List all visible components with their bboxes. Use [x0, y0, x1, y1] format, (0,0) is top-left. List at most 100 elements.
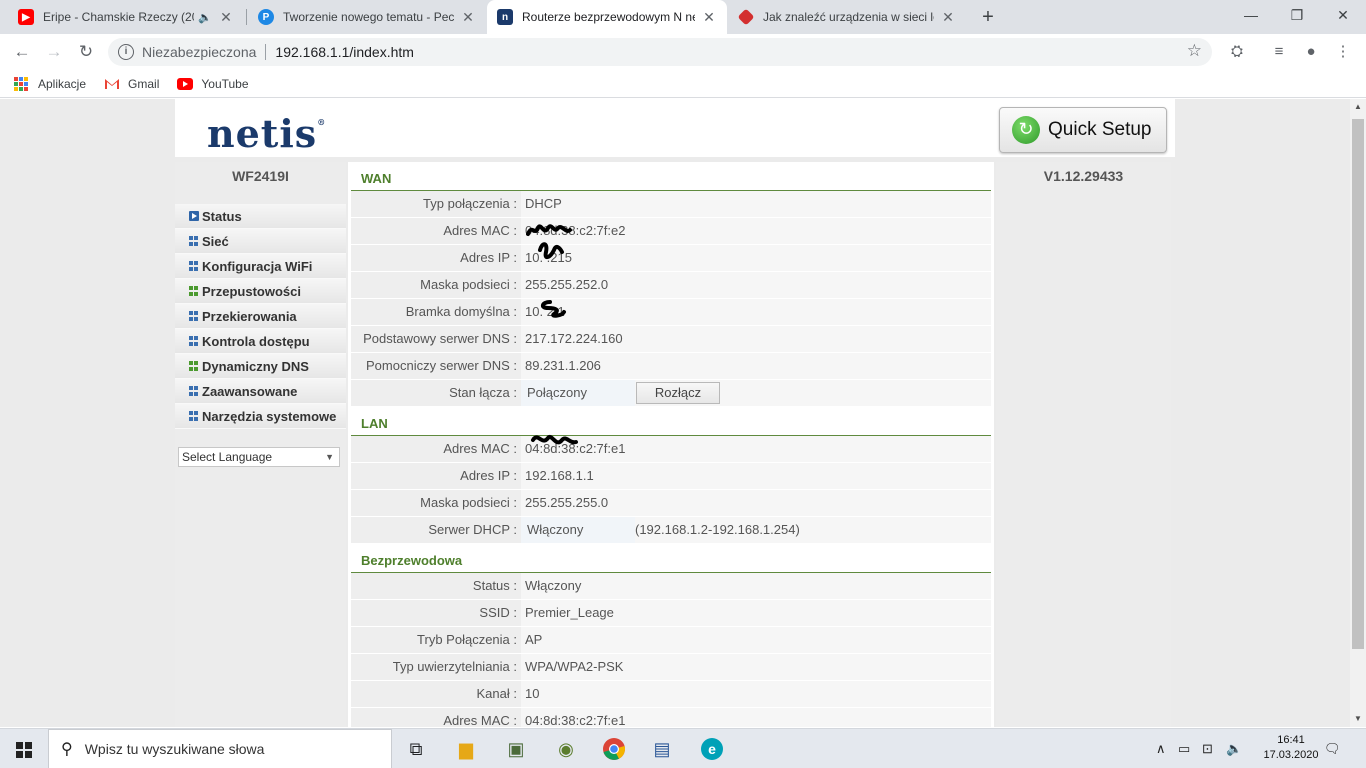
info-icon[interactable]: i	[118, 44, 134, 60]
field-value: Premier_Leage	[521, 600, 991, 626]
field-label: Adres IP :	[351, 463, 521, 489]
bookmark-label: Gmail	[128, 76, 160, 91]
table-row: Tryb Połączenia : AP	[351, 627, 991, 654]
table-row: Adres IP :192.168.1.1	[351, 463, 991, 490]
back-icon[interactable]: ←	[10, 40, 34, 64]
youtube-icon: ▶	[18, 9, 34, 25]
menu-label: Status	[202, 208, 242, 224]
tab-devices[interactable]: Jak znaleźć urządzenia w sieci lok ✕	[728, 0, 966, 34]
table-row: Adres MAC :04:8d:38:c2:7f:e2	[351, 218, 991, 245]
firmware-version: V1.12.29433	[1043, 168, 1124, 184]
page-scrollbar[interactable]: ▲ ▼	[1350, 99, 1366, 727]
table-row: Kanał :10	[351, 681, 991, 708]
close-icon[interactable]: ✕	[701, 9, 717, 26]
tab-pecetowiec[interactable]: P Tworzenie nowego tematu - Pece ✕	[248, 0, 486, 34]
field-label: Maska podsieci :	[351, 272, 521, 298]
redaction-scribble	[531, 434, 578, 445]
close-icon[interactable]: ✕	[218, 9, 234, 26]
sidebar-item-system-tools[interactable]: Narzędzia systemowe	[175, 404, 346, 429]
table-row: Typ uwierzytelniania : WPA/WPA2-PSK	[351, 654, 991, 681]
profile-icon[interactable]: ●	[1300, 41, 1322, 63]
scroll-down-icon[interactable]: ▼	[1350, 711, 1366, 727]
language-value: Select Language	[182, 450, 273, 464]
wan-section-title: WAN	[351, 162, 991, 191]
plus-icon	[189, 361, 199, 371]
table-row: Adres MAC :04:8d:38:c2:7f:e1	[351, 708, 991, 727]
clock[interactable]: 16:41 17.03.2020	[1263, 733, 1319, 763]
field-value: 04:8d:38:c2:7f:e1	[521, 708, 991, 727]
speaker-icon[interactable]: 🔈	[198, 11, 212, 24]
volume-icon[interactable]: 🔈	[1226, 741, 1242, 757]
field-value: Połączony Rozłącz	[521, 380, 991, 406]
sidebar-item-wifi[interactable]: Konfiguracja WiFi	[175, 254, 346, 279]
clock-date: 17.03.2020	[1263, 749, 1319, 761]
router-header: netis® ↻ Quick Setup	[175, 99, 1175, 157]
chevron-up-icon[interactable]: ∧	[1156, 741, 1166, 757]
bookmark-apps[interactable]: Aplikacje	[14, 76, 86, 91]
scroll-up-icon[interactable]: ▲	[1350, 99, 1366, 115]
grid-icon	[189, 386, 199, 396]
windows-icon	[16, 742, 32, 758]
media-icon[interactable]: ≡	[1268, 41, 1290, 63]
language-select[interactable]: Select Language ▼	[178, 447, 340, 467]
close-window-icon[interactable]: ✕	[1320, 0, 1366, 30]
tab-strip: ▶ Eripe - Chamskie Rzeczy (201 🔈 ✕ P Two…	[0, 0, 1366, 34]
menu-dots-icon[interactable]: ⋮	[1332, 41, 1354, 63]
new-tab-button[interactable]: +	[976, 4, 1000, 30]
sidebar-item-bandwidth[interactable]: Przepustowości	[175, 279, 346, 304]
restore-icon[interactable]: ❐	[1274, 0, 1320, 30]
close-icon[interactable]: ✕	[460, 9, 476, 26]
close-icon[interactable]: ✕	[940, 9, 956, 26]
version-panel: V1.12.29433	[996, 162, 1171, 727]
bookmark-gmail[interactable]: Gmail	[104, 77, 159, 91]
file-explorer-icon[interactable]: ▆	[452, 735, 480, 763]
table-row: SSID : Premier_Leage	[351, 600, 991, 627]
table-row: Bramka domyślna :10. 2.1	[351, 299, 991, 326]
field-label: Bramka domyślna :	[351, 299, 521, 325]
divider	[265, 44, 267, 60]
owl-app-icon[interactable]: ◉	[552, 735, 580, 763]
scanner-app-icon[interactable]: ▣	[502, 735, 530, 763]
reload-icon[interactable]: ↻	[74, 40, 98, 64]
field-label: Pomocniczy serwer DNS :	[351, 353, 521, 379]
task-view-icon[interactable]: ⧉	[402, 735, 430, 763]
eset-icon[interactable]: e	[698, 735, 726, 763]
sidebar-item-advanced[interactable]: Zaawansowane	[175, 379, 346, 404]
scroll-thumb[interactable]	[1352, 119, 1364, 649]
start-button[interactable]	[0, 729, 48, 768]
quick-setup-icon: ↻	[1012, 116, 1040, 144]
bookmark-youtube[interactable]: YouTube	[177, 76, 249, 91]
url-text[interactable]: 192.168.1.1/index.htm	[275, 44, 414, 60]
quick-setup-label: Quick Setup	[1048, 119, 1152, 140]
field-value: 04:8d:38:c2:7f:e2	[521, 218, 991, 244]
sidebar-item-access-control[interactable]: Kontrola dostępu	[175, 329, 346, 354]
status-panel: WAN Typ połączenia : DHCP Adres MAC :04:8…	[348, 162, 994, 727]
notifications-icon[interactable]: 🗨	[1324, 741, 1341, 757]
redaction-scribble	[526, 224, 572, 259]
field-value: 10	[521, 681, 991, 707]
bookmark-label: YouTube	[201, 76, 249, 91]
field-value: 89.231.1.206	[521, 353, 991, 379]
network-app-icon[interactable]: ▤	[648, 735, 676, 763]
sidebar-item-network[interactable]: Sieć	[175, 229, 346, 254]
field-label: Tryb Połączenia :	[351, 627, 521, 653]
sidebar-item-ddns[interactable]: Dynamiczny DNS	[175, 354, 346, 379]
chrome-icon[interactable]	[600, 735, 628, 763]
sidebar-item-forwarding[interactable]: Przekierowania	[175, 304, 346, 329]
battery-icon[interactable]: ▭	[1178, 741, 1190, 757]
forward-icon[interactable]: →	[42, 40, 66, 64]
extension-icon[interactable]: ⛭	[1226, 41, 1248, 63]
tab-youtube[interactable]: ▶ Eripe - Chamskie Rzeczy (201 🔈 ✕	[8, 0, 244, 34]
sidebar-item-status[interactable]: Status	[175, 204, 346, 229]
quick-setup-button[interactable]: ↻ Quick Setup	[999, 107, 1167, 153]
field-value: Włączony	[521, 573, 991, 599]
taskbar-search[interactable]: ⚲ Wpisz tu wyszukiwane słowa	[48, 729, 392, 768]
redaction-scribble	[541, 300, 566, 318]
disconnect-button[interactable]: Rozłącz	[636, 382, 720, 404]
minimize-icon[interactable]: —	[1228, 0, 1274, 30]
tab-router[interactable]: n Routerze bezprzewodowym N ne ✕	[487, 0, 727, 34]
star-icon[interactable]: ☆	[1187, 41, 1202, 61]
address-bar[interactable]: i Niezabezpieczona 192.168.1.1/index.htm…	[108, 38, 1212, 66]
field-label: Adres MAC :	[351, 708, 521, 727]
network-icon[interactable]: ⊡	[1202, 741, 1213, 757]
